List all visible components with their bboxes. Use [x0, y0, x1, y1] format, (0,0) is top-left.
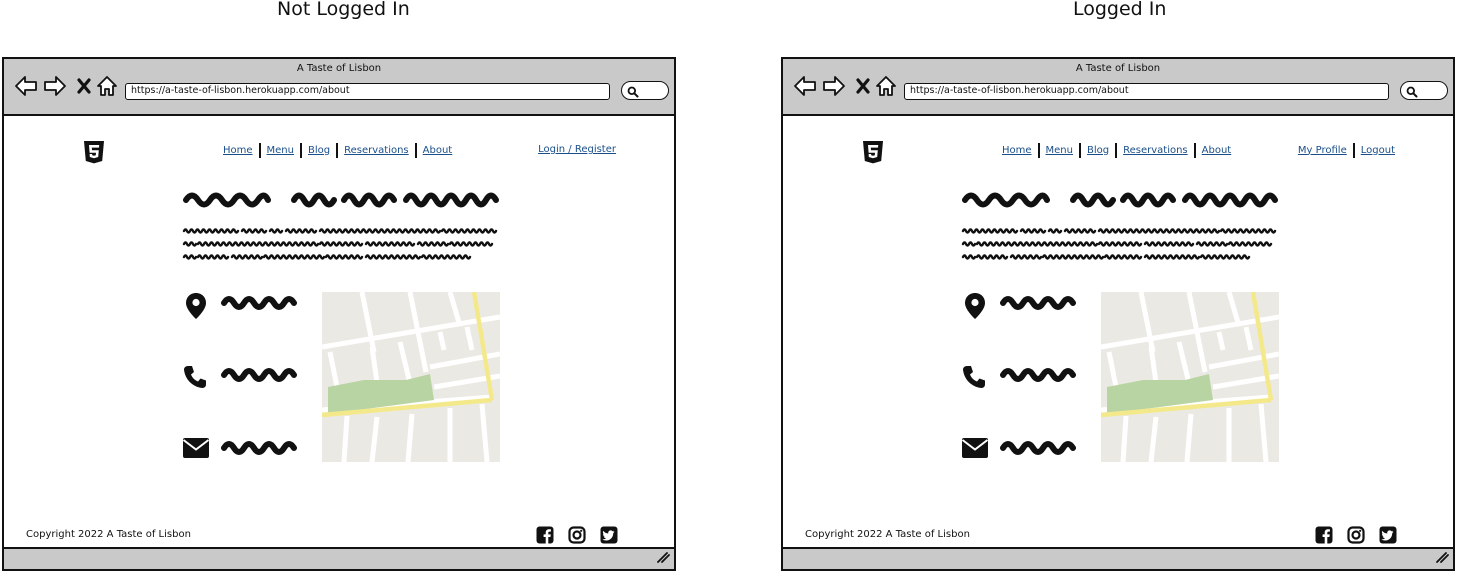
phone-icon [961, 364, 987, 394]
location-pin-icon [184, 292, 208, 324]
nav-link-about[interactable]: About [417, 144, 459, 158]
nav-link-blog[interactable]: Blog [1081, 144, 1115, 158]
browser-statusbar [4, 547, 674, 569]
envelope-icon [182, 437, 210, 463]
wireframe-not-logged-in: A Taste of Lisbon https://a-taste-of-lisb… [0, 56, 676, 572]
location-map[interactable] [1100, 291, 1280, 463]
auth-link-login-register[interactable]: Login / Register [532, 143, 622, 157]
nav-link-home[interactable]: Home [223, 144, 259, 158]
contact-text-placeholder [220, 437, 300, 461]
facebook-icon[interactable] [536, 526, 554, 548]
contact-text-placeholder [220, 292, 300, 316]
footer-copyright: Copyright 2022 A Taste of Lisbon [26, 529, 191, 540]
auth-navigation: My Profile Logout [1292, 143, 1401, 158]
paragraph-placeholder [961, 225, 1281, 271]
browser-search-button[interactable] [1400, 81, 1448, 100]
html5-logo-icon[interactable] [861, 140, 885, 168]
window-title: A Taste of Lisbon [1075, 63, 1161, 74]
footer-copyright: Copyright 2022 A Taste of Lisbon [805, 529, 970, 540]
nav-link-about[interactable]: About [1196, 144, 1238, 158]
browser-statusbar [783, 547, 1453, 569]
contact-text-placeholder [999, 292, 1079, 316]
nav-link-menu[interactable]: Menu [1040, 144, 1079, 158]
main-navigation: Home Menu Blog Reservations About [223, 143, 458, 158]
contact-text-placeholder [220, 364, 300, 388]
browser-window: A Taste of Lisbon https://a-taste-of-lisb… [2, 57, 676, 571]
contact-text-placeholder [999, 437, 1079, 461]
auth-link-my-profile[interactable]: My Profile [1292, 144, 1353, 158]
twitter-icon[interactable] [1379, 526, 1397, 548]
auth-link-logout[interactable]: Logout [1355, 144, 1401, 158]
page-heading-placeholder [182, 186, 502, 212]
column-heading: Logged In [1073, 0, 1167, 20]
phone-icon [182, 364, 208, 394]
nav-link-blog[interactable]: Blog [302, 144, 336, 158]
paragraph-placeholder [182, 225, 502, 271]
browser-titlebar: A Taste of Lisbon https://a-taste-of-lisb… [783, 59, 1453, 116]
twitter-icon[interactable] [600, 526, 618, 548]
location-map[interactable] [321, 291, 501, 463]
address-bar[interactable]: https://a-taste-of-lisbon.herokuapp.com/… [125, 83, 610, 100]
browser-search-button[interactable] [621, 81, 669, 100]
nav-link-reservations[interactable]: Reservations [338, 144, 415, 158]
browser-window: A Taste of Lisbon https://a-taste-of-lisb… [781, 57, 1455, 571]
resize-grip-icon[interactable] [1435, 548, 1449, 567]
page-heading-placeholder [961, 186, 1281, 212]
nav-link-reservations[interactable]: Reservations [1117, 144, 1194, 158]
browser-titlebar: A Taste of Lisbon https://a-taste-of-lisb… [4, 59, 674, 116]
location-pin-icon [963, 292, 987, 324]
instagram-icon[interactable] [568, 526, 586, 548]
html5-logo-icon[interactable] [82, 140, 106, 168]
auth-navigation: Login / Register [532, 143, 622, 157]
nav-link-menu[interactable]: Menu [261, 144, 300, 158]
contact-text-placeholder [999, 364, 1079, 388]
envelope-icon [961, 437, 989, 463]
window-title: A Taste of Lisbon [296, 63, 382, 74]
address-bar[interactable]: https://a-taste-of-lisbon.herokuapp.com/… [904, 83, 1389, 100]
wireframe-logged-in: A Taste of Lisbon https://a-taste-of-lisb… [779, 56, 1455, 572]
resize-grip-icon[interactable] [656, 548, 670, 567]
instagram-icon[interactable] [1347, 526, 1365, 548]
column-heading: Not Logged In [277, 0, 410, 20]
facebook-icon[interactable] [1315, 526, 1333, 548]
main-navigation: Home Menu Blog Reservations About [1002, 143, 1237, 158]
nav-link-home[interactable]: Home [1002, 144, 1038, 158]
